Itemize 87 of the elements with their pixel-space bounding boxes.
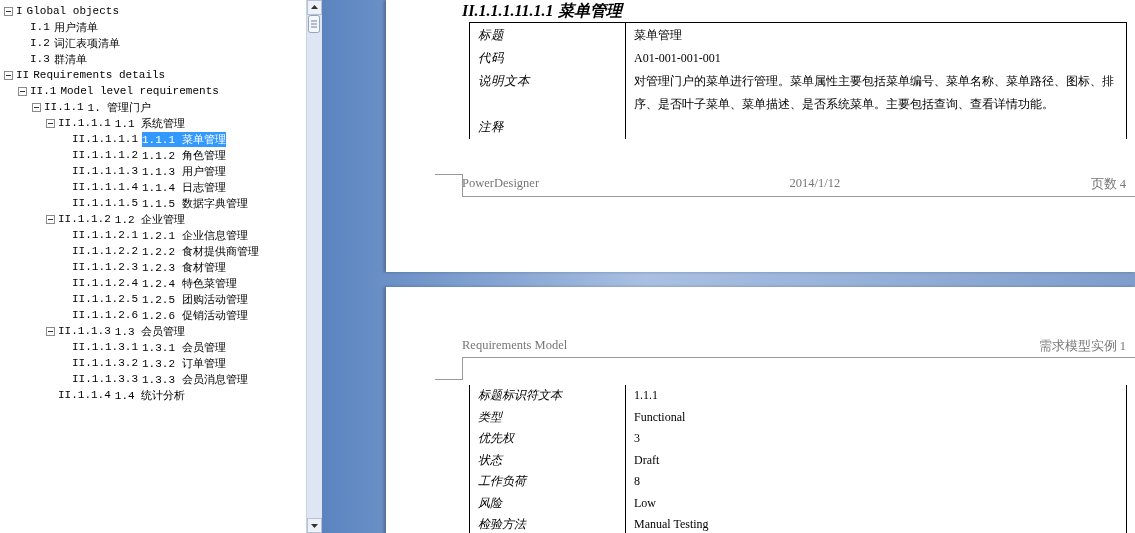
outline-item[interactable]: 1.4 统计分析 <box>114 387 186 403</box>
outline-item-number[interactable]: II.1.1.1.5 <box>72 197 138 209</box>
outline-item-number[interactable]: II.1.1.2.6 <box>72 309 138 321</box>
page-footer-date: 2014/1/12 <box>789 176 841 192</box>
outline-item-number[interactable]: I.3 <box>30 53 50 65</box>
property-name: 状态 <box>478 452 502 467</box>
collapse-icon[interactable] <box>46 118 55 128</box>
scrollbar[interactable] <box>306 0 322 533</box>
property-value: 1.1.1 <box>634 388 658 402</box>
outline-item[interactable]: 1.3.3 会员消息管理 <box>142 371 248 387</box>
scroll-up-icon[interactable] <box>307 0 322 15</box>
property-value: 对管理门户的菜单进行管理。菜单属性主要包括菜单编号、菜单名称、菜单路径、图标、排序、是否叶子菜单、菜单描述、是否系统菜单。主要包括查询、查看详情功能。 <box>634 74 1114 111</box>
outline-item[interactable]: 群清单 <box>53 51 87 67</box>
outline-item[interactable]: 用户清单 <box>53 19 98 35</box>
collapse-icon[interactable] <box>18 86 27 96</box>
property-value: 3 <box>634 431 640 445</box>
outline-item-number[interactable]: II.1.1.1.1 <box>72 133 138 145</box>
outline-item[interactable]: 1.2.1 企业信息管理 <box>142 227 248 243</box>
outline-item[interactable]: 1.1 系统管理 <box>114 115 186 131</box>
property-value: 8 <box>634 474 640 488</box>
property-name: 检验方法 <box>478 517 526 531</box>
property-name: 工作负荷 <box>478 474 526 488</box>
outline-item[interactable]: 1.1.3 用户管理 <box>142 163 226 179</box>
outline-item-number[interactable]: II.1 <box>30 85 57 97</box>
collapse-icon[interactable] <box>4 6 13 16</box>
outline-item-number[interactable]: II.1.1 <box>44 101 84 113</box>
section-heading: II.1.1.1.11.1.1 菜单管理 <box>462 1 625 21</box>
outline-item-number[interactable]: I.2 <box>30 37 50 49</box>
outline-item-number[interactable]: II.1.1.2.3 <box>72 261 138 273</box>
property-name: 说明文本 <box>478 74 530 88</box>
outline-item[interactable]: 1.2.2 食材提供商管理 <box>142 243 259 259</box>
outline-item[interactable]: 1.1.5 数据字典管理 <box>142 195 248 211</box>
outline-item[interactable]: 1.2.6 促销活动管理 <box>142 307 248 323</box>
property-name: 标题标识符文本 <box>478 388 562 402</box>
outline-item[interactable]: 1. 管理门户 <box>87 99 152 115</box>
outline-item-number[interactable]: II.1.1.1.4 <box>72 181 138 193</box>
outline-item-number[interactable]: II.1.1.3 <box>58 325 111 337</box>
collapse-icon[interactable] <box>32 102 41 112</box>
property-value: A01-001-001-001 <box>634 51 721 65</box>
property-name: 类型 <box>478 409 502 424</box>
property-name: 风险 <box>478 495 502 510</box>
scroll-thumb[interactable] <box>308 15 320 33</box>
property-value: Low <box>634 495 656 510</box>
outline-item[interactable]: 1.3.2 订单管理 <box>142 355 226 371</box>
outline-item-number[interactable]: II.1.1.3.2 <box>72 357 138 369</box>
outline-item-number[interactable]: I <box>16 5 23 17</box>
property-name: 注释 <box>478 120 504 134</box>
property-name: 优先权 <box>478 431 514 445</box>
collapse-icon[interactable] <box>46 326 55 336</box>
outline-item[interactable]: 1.2 企业管理 <box>114 211 186 227</box>
outline-item-number[interactable]: II <box>16 69 30 81</box>
property-value: 菜单管理 <box>634 28 682 42</box>
outline-item-number[interactable]: II.1.1.2.4 <box>72 277 138 289</box>
outline-item-number[interactable]: II.1.1.1.3 <box>72 165 138 177</box>
property-value: Manual Testing <box>634 517 709 531</box>
collapse-icon[interactable] <box>46 214 55 224</box>
property-name: 标题 <box>478 28 504 42</box>
outline-item[interactable]: 1.1.4 日志管理 <box>142 179 226 195</box>
scroll-down-icon[interactable] <box>307 518 322 533</box>
outline-item-number[interactable]: II.1.1.3.1 <box>72 341 138 353</box>
outline-item[interactable]: Model level requirements <box>60 85 219 97</box>
outline-item-number[interactable]: II.1.1.3.3 <box>72 373 138 385</box>
page-header-text: Requirements Model <box>462 338 568 354</box>
outline-item[interactable]: 1.1.2 角色管理 <box>142 147 226 163</box>
outline-item[interactable]: 1.3.1 会员管理 <box>142 339 226 355</box>
outline-item[interactable]: 1.2.3 食材管理 <box>142 259 226 275</box>
outline-item-number[interactable]: II.1.1.1.2 <box>72 149 138 161</box>
outline-item[interactable]: 1.3 会员管理 <box>114 323 186 339</box>
outline-item[interactable]: 1.2.4 特色菜管理 <box>142 275 237 291</box>
outline-item[interactable]: Requirements details <box>33 69 166 81</box>
page-number: 页数 4 <box>1090 176 1126 193</box>
outline-item[interactable]: Global objects <box>26 5 120 17</box>
outline-item-number[interactable]: II.1.1.2.2 <box>72 245 138 257</box>
property-value: Draft <box>634 452 660 467</box>
outline-item-number[interactable]: II.1.1.2.1 <box>72 229 138 241</box>
outline-item-number[interactable]: II.1.1.1 <box>58 117 111 129</box>
outline-item-number[interactable]: II.1.1.2 <box>58 213 111 225</box>
property-name: 代码 <box>478 51 504 65</box>
property-value: Functional <box>634 409 686 424</box>
outline-item-number[interactable]: II.1.1.2.5 <box>72 293 138 305</box>
outline-item[interactable]: 1.2.5 团购活动管理 <box>142 291 248 307</box>
outline-item[interactable]: 词汇表项清单 <box>53 35 120 51</box>
outline-item-number[interactable]: I.1 <box>30 21 50 33</box>
page-footer-text: PowerDesigner <box>462 176 540 192</box>
outline-item-number[interactable]: II.1.1.4 <box>58 389 111 401</box>
page-header-text: 需求模型实例 1 <box>1038 338 1126 355</box>
collapse-icon[interactable] <box>4 70 13 80</box>
